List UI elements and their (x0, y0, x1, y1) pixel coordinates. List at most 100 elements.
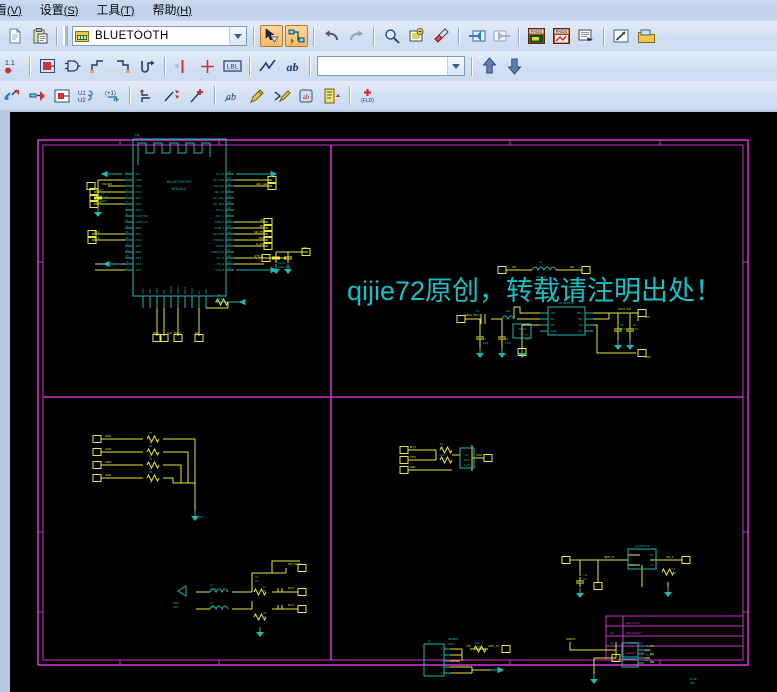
next-sheet-button[interactable] (490, 25, 513, 47)
add-junction-button[interactable] (196, 55, 219, 77)
menu-item-view[interactable]: 看(V) (0, 1, 31, 21)
net-name-combo[interactable] (317, 56, 465, 76)
redo-button[interactable] (345, 25, 368, 47)
toolbar-design: 1.1 LBL ab (0, 51, 777, 81)
paste-button[interactable] (28, 25, 51, 47)
svg-text:LED2: LED2 (105, 448, 112, 451)
add-field-button[interactable] (321, 85, 344, 107)
select-tool-button[interactable] (260, 25, 283, 47)
library-icon (73, 30, 91, 43)
chevron-down-icon[interactable] (229, 27, 246, 45)
svg-text:P2.1: P2.1 (94, 230, 100, 234)
numbering-button[interactable]: 1.1 (1, 55, 24, 77)
menu-item-help[interactable]: 帮助(H) (143, 1, 200, 21)
svg-text:N-CH: N-CH (464, 464, 470, 467)
arrow-up-icon (482, 57, 497, 74)
rename-net-button[interactable]: ab (221, 85, 244, 107)
renumber-refdes-button[interactable]: U1 U2 (76, 85, 99, 107)
undo-button[interactable] (320, 25, 343, 47)
svg-text:SS: SS (551, 324, 555, 327)
svg-text:P1.3: P1.3 (136, 208, 142, 212)
properties-button[interactable] (575, 25, 598, 47)
pads-router-button[interactable]: PADS (550, 25, 573, 47)
edit-label-button[interactable] (271, 85, 294, 107)
edit-attribute-button[interactable] (246, 85, 269, 107)
previous-sheet-button[interactable] (465, 25, 488, 47)
increment-refdes-button[interactable]: (+1) (101, 85, 124, 107)
net-tool-button[interactable] (285, 25, 308, 47)
svg-text:(+1): (+1) (105, 91, 116, 97)
polyline-icon (259, 59, 276, 71)
open-library-button[interactable] (635, 25, 658, 47)
plus-one-icon: (+1) (105, 91, 119, 102)
add-label-button[interactable]: LBL (221, 55, 244, 77)
edit-text-button[interactable]: ab (296, 85, 319, 107)
svg-text:SWD: SWD (153, 332, 159, 335)
svg-text:330R: 330R (475, 647, 481, 649)
connector-in-icon (90, 59, 103, 73)
svg-text:GND: GND (630, 565, 635, 567)
add-connector-button[interactable] (86, 55, 109, 77)
add-connection-button[interactable] (186, 85, 209, 107)
query-button[interactable] (610, 25, 633, 47)
redraw-button[interactable] (430, 25, 453, 47)
add-text-button[interactable]: ab (281, 55, 304, 77)
svg-text:3V3_A: 3V3_A (666, 556, 674, 559)
svg-text:UART_TX: UART_TX (136, 220, 148, 224)
add-field-label-button[interactable]: (FLD) (356, 85, 379, 107)
svg-text:SW_BTN: SW_BTN (254, 230, 265, 234)
pads-layout-button[interactable]: PADS (525, 25, 548, 47)
add-net-button[interactable] (136, 55, 159, 77)
svg-text:P1.2: P1.2 (96, 200, 102, 204)
svg-text:SCL: SCL (260, 218, 266, 222)
svg-text:C5: C5 (483, 338, 487, 341)
swap-pins-icon (139, 88, 150, 102)
break-net-button[interactable] (161, 85, 184, 107)
menu-item-settings[interactable]: 设置(S) (31, 1, 88, 21)
svg-text:SW: SW (578, 318, 583, 321)
svg-text:(FLD): (FLD) (361, 98, 374, 104)
watermark-text-cn: 原创，转载请注明出处！ (425, 276, 723, 307)
svg-text:VDD3V3: VDD3V3 (566, 638, 576, 641)
svg-text:22uF: 22uF (483, 342, 489, 345)
add-part-button[interactable] (36, 55, 59, 77)
library-combo[interactable]: BLUETOOTH (72, 26, 247, 46)
label-icon: LBL (223, 60, 242, 72)
svg-text:REVISION: REVISION (626, 621, 640, 625)
svg-text:VOUT_3V3: VOUT_3V3 (618, 308, 631, 311)
scroll-up-button[interactable] (478, 55, 501, 77)
edit-symbol-button[interactable] (51, 85, 74, 107)
delete-pin-button[interactable] (26, 85, 49, 107)
zoom-button[interactable] (380, 25, 403, 47)
svg-text:0R: 0R (263, 616, 266, 619)
svg-text:R11: R11 (671, 569, 676, 571)
chevron-down-icon[interactable] (447, 57, 464, 75)
add-bus-button[interactable] (171, 55, 194, 77)
svg-text:R9: R9 (440, 443, 444, 446)
add-pin-button[interactable] (1, 85, 24, 107)
zoom-area-button[interactable] (405, 25, 428, 47)
swap-pins-button[interactable] (136, 85, 159, 107)
add-terminal-button[interactable] (111, 55, 134, 77)
svg-text:GND: GND (149, 288, 152, 294)
svg-text:FB1: FB1 (506, 310, 511, 313)
new-document-button[interactable] (3, 25, 26, 47)
menu-item-tools[interactable]: 工具(T) (87, 1, 143, 21)
svg-text:R2: R2 (633, 324, 637, 327)
scroll-down-button[interactable] (503, 55, 526, 77)
document-icon (9, 28, 20, 44)
add-polyline-button[interactable] (256, 55, 279, 77)
svg-text:CTS_N: CTS_N (215, 262, 224, 266)
svg-text:SDA: SDA (260, 224, 266, 228)
svg-text:DRAWN BY: DRAWN BY (626, 631, 642, 635)
watermark-text-en: qijie72 (347, 276, 426, 306)
svg-text:BST: BST (577, 312, 582, 315)
add-gate-button[interactable] (61, 55, 84, 77)
svg-text:VCC: VCC (136, 184, 142, 188)
text-edit-icon: ab (299, 89, 313, 102)
canvas-area: REVISION DRAWN BY APPROVED SHEET 1 OF 4 … (0, 110, 777, 692)
clipboard-icon (33, 28, 47, 44)
schematic-canvas[interactable]: REVISION DRAWN BY APPROVED SHEET 1 OF 4 … (10, 112, 777, 692)
svg-text:ADC_0: ADC_0 (216, 208, 225, 212)
svg-text:10nH: 10nH (210, 588, 216, 591)
